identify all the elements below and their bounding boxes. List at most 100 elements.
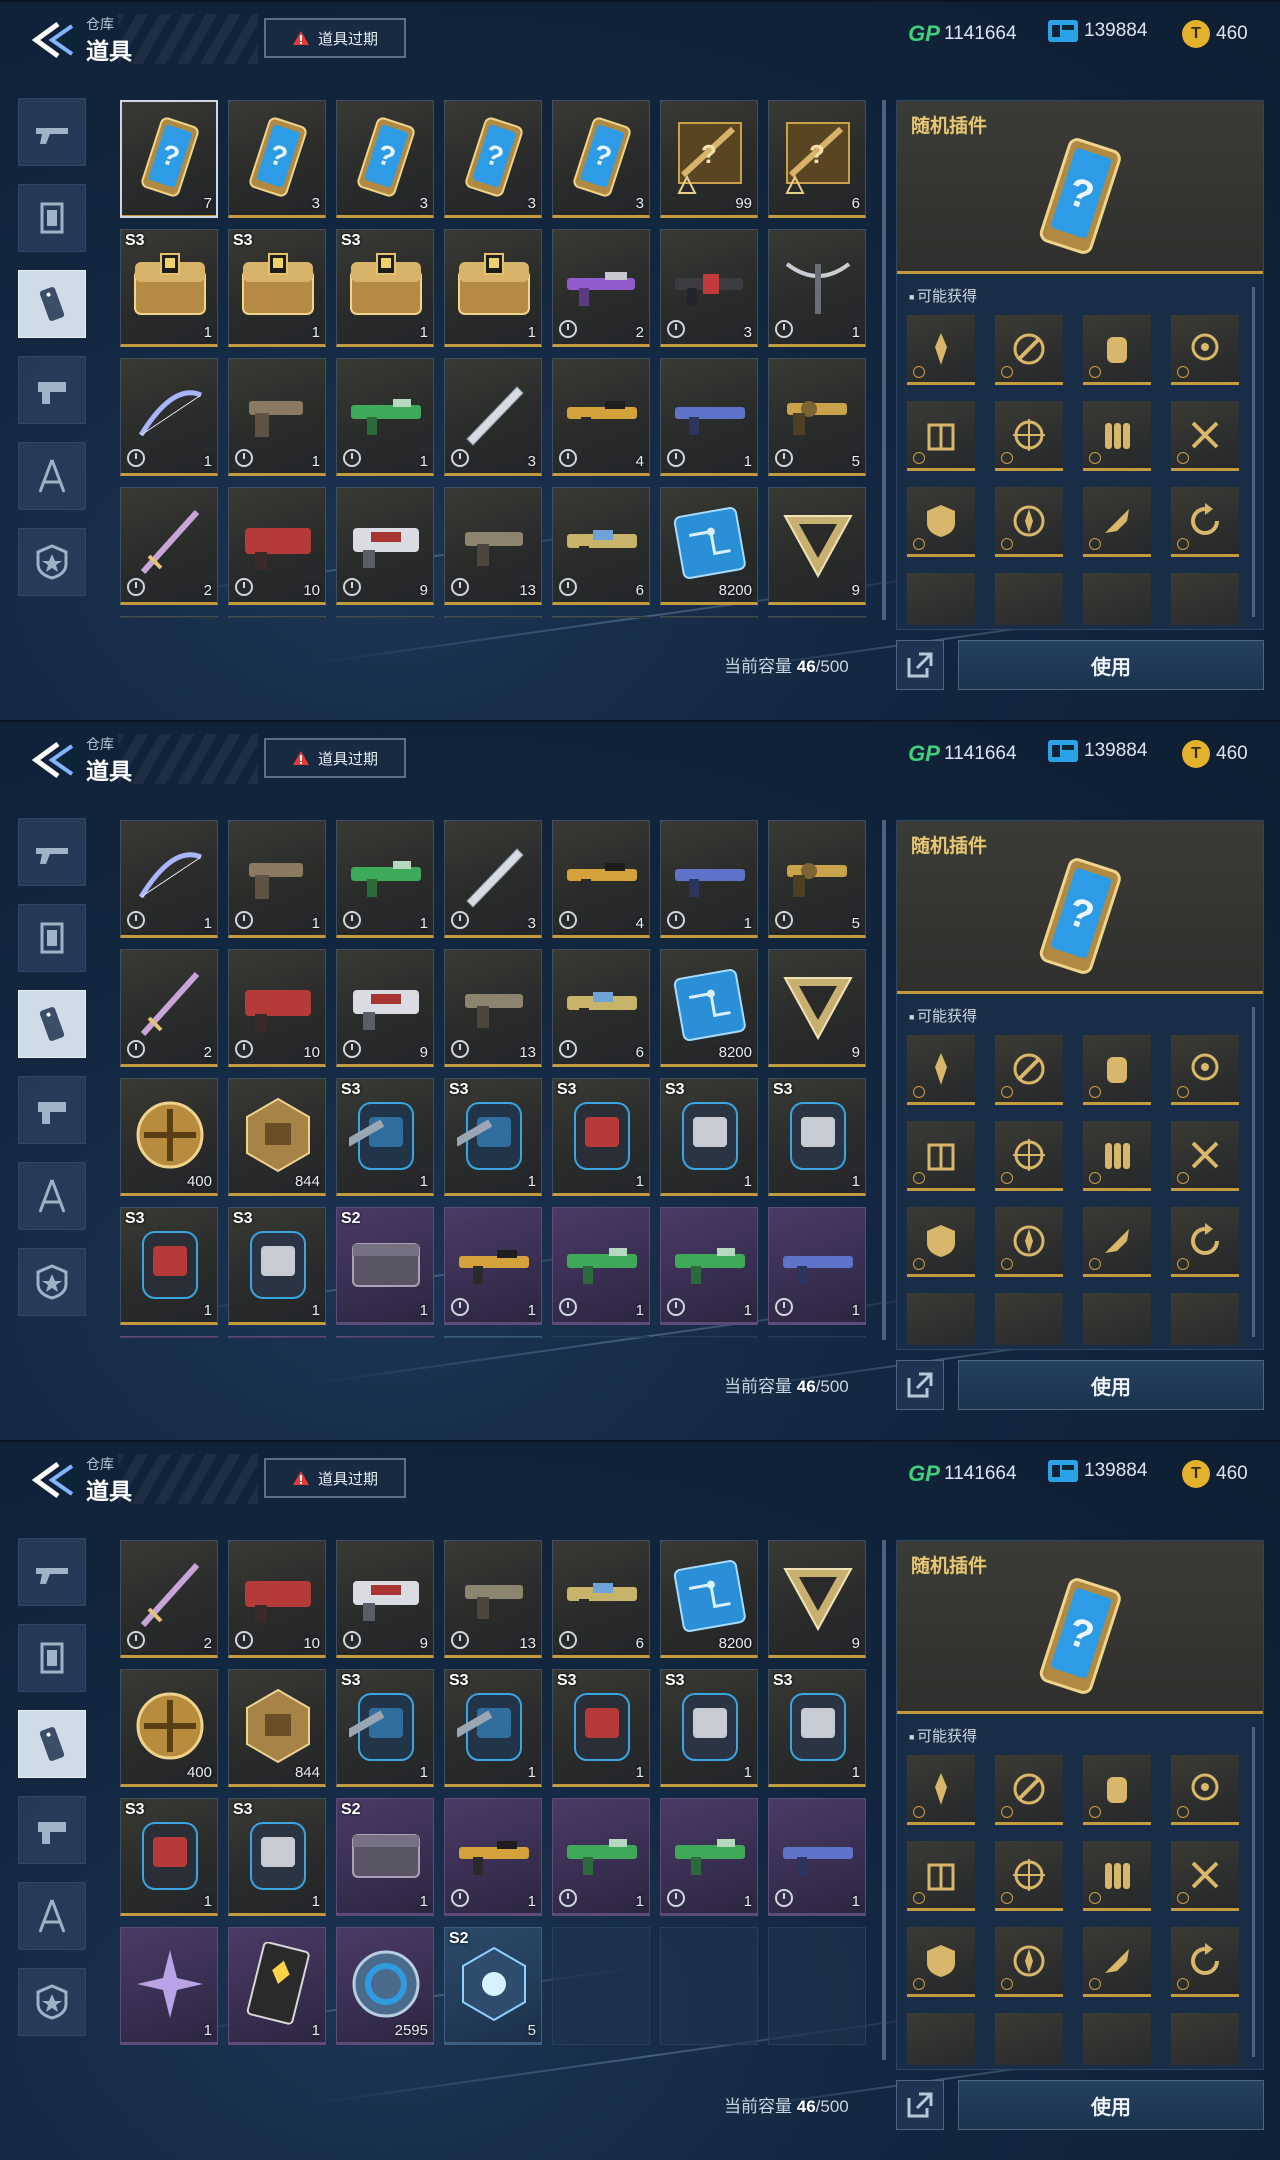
sidebar-tab-weapon-part[interactable]: [18, 1796, 86, 1864]
reward-item[interactable]: [1083, 1035, 1151, 1105]
inventory-item[interactable]: 10: [228, 1540, 326, 1658]
inventory-item[interactable]: 1: [120, 1927, 218, 2045]
reward-item[interactable]: [1171, 1293, 1239, 1345]
reward-item[interactable]: [1083, 1121, 1151, 1191]
inventory-item[interactable]: 2: [120, 949, 218, 1067]
inventory-item[interactable]: 1: [228, 358, 326, 476]
sidebar-tab-weapon-part[interactable]: [18, 356, 86, 424]
reward-item[interactable]: [907, 315, 975, 385]
inventory-scrollbar[interactable]: [882, 100, 886, 620]
reward-item[interactable]: [907, 1755, 975, 1825]
reward-item[interactable]: [1171, 1121, 1239, 1191]
reward-item[interactable]: [995, 1841, 1063, 1911]
reward-item[interactable]: [1171, 1841, 1239, 1911]
reward-item[interactable]: [1171, 573, 1239, 625]
inventory-item[interactable]: 9: [768, 949, 866, 1067]
inventory-item[interactable]: ? 3: [444, 100, 542, 218]
reward-item[interactable]: [1171, 1207, 1239, 1277]
inventory-item[interactable]: 1: [336, 358, 434, 476]
reward-item[interactable]: [995, 401, 1063, 471]
reward-item[interactable]: [1171, 401, 1239, 471]
inventory-item[interactable]: S31: [336, 229, 434, 347]
inventory-item[interactable]: 5: [768, 820, 866, 938]
inventory-item[interactable]: S31: [336, 616, 434, 618]
sidebar-tab-star-shield[interactable]: [18, 1248, 86, 1316]
inventory-item[interactable]: S31: [444, 1078, 542, 1196]
reward-item[interactable]: [1171, 1035, 1239, 1105]
sidebar-tab-compass[interactable]: [18, 1882, 86, 1950]
inventory-item[interactable]: S31: [768, 1669, 866, 1787]
reward-item[interactable]: [995, 1293, 1063, 1345]
detail-scrollbar[interactable]: [1252, 1007, 1255, 1337]
reward-item[interactable]: [907, 1035, 975, 1105]
back-button[interactable]: [18, 14, 90, 66]
inventory-item[interactable]: S31: [660, 616, 758, 618]
inventory-item[interactable]: 6: [552, 487, 650, 605]
inventory-item[interactable]: 13: [444, 487, 542, 605]
inventory-item[interactable]: 844: [228, 1078, 326, 1196]
reward-item[interactable]: [995, 315, 1063, 385]
inventory-item[interactable]: 9: [768, 487, 866, 605]
reward-item[interactable]: [995, 1121, 1063, 1191]
inventory-item[interactable]: 1: [444, 1207, 542, 1325]
inventory-item[interactable]: S31: [768, 616, 866, 618]
inventory-item[interactable]: 8200: [660, 949, 758, 1067]
inventory-item[interactable]: 6: [552, 949, 650, 1067]
inventory-item[interactable]: 9: [768, 1540, 866, 1658]
reward-item[interactable]: [995, 1755, 1063, 1825]
inventory-item[interactable]: 9: [336, 487, 434, 605]
inventory-item[interactable]: 1: [444, 229, 542, 347]
reward-item[interactable]: [1171, 315, 1239, 385]
reward-item[interactable]: [1171, 2013, 1239, 2065]
open-external-button[interactable]: [896, 1360, 944, 1410]
inventory-item[interactable]: 10: [228, 487, 326, 605]
inventory-item[interactable]: ? 6: [768, 100, 866, 218]
inventory-item[interactable]: 1: [660, 358, 758, 476]
inventory-item[interactable]: 2595: [336, 1336, 434, 1338]
inventory-item[interactable]: S31: [228, 229, 326, 347]
inventory-item[interactable]: 1: [444, 1798, 542, 1916]
inventory-item[interactable]: ? 3: [336, 100, 434, 218]
detail-scrollbar[interactable]: [1252, 287, 1255, 617]
inventory-item[interactable]: 3: [444, 358, 542, 476]
reward-item[interactable]: [907, 2013, 975, 2065]
use-button[interactable]: 使用: [958, 2080, 1264, 2130]
item-expiry-button[interactable]: 道具过期: [264, 18, 406, 58]
reward-item[interactable]: [907, 1841, 975, 1911]
inventory-item[interactable]: 1: [660, 1207, 758, 1325]
open-external-button[interactable]: [896, 640, 944, 690]
open-external-button[interactable]: [896, 2080, 944, 2130]
inventory-item[interactable]: 2: [120, 1540, 218, 1658]
reward-item[interactable]: [1083, 1207, 1151, 1277]
sidebar-tab-compass[interactable]: [18, 442, 86, 510]
sidebar-tab-weapon-part[interactable]: [18, 1076, 86, 1144]
inventory-item[interactable]: 1: [552, 1798, 650, 1916]
reward-item[interactable]: [907, 1207, 975, 1277]
reward-item[interactable]: [995, 1927, 1063, 1997]
inventory-item[interactable]: 3: [660, 229, 758, 347]
inventory-item[interactable]: 2: [552, 229, 650, 347]
sidebar-tab-star-shield[interactable]: [18, 528, 86, 596]
reward-item[interactable]: [907, 573, 975, 625]
back-button[interactable]: [18, 1454, 90, 1506]
inventory-item[interactable]: S2 1: [336, 1798, 434, 1916]
inventory-item[interactable]: 2: [120, 487, 218, 605]
reward-item[interactable]: [1171, 1755, 1239, 1825]
inventory-item[interactable]: 8200: [660, 487, 758, 605]
reward-item[interactable]: [907, 1927, 975, 1997]
reward-item[interactable]: [995, 2013, 1063, 2065]
inventory-item[interactable]: ? 99: [660, 100, 758, 218]
inventory-item[interactable]: S31: [120, 229, 218, 347]
reward-item[interactable]: [1083, 487, 1151, 557]
sidebar-tab-tag[interactable]: [18, 1710, 86, 1778]
inventory-item[interactable]: 1: [768, 1207, 866, 1325]
inventory-item[interactable]: 5: [768, 358, 866, 476]
item-expiry-button[interactable]: 道具过期: [264, 738, 406, 778]
inventory-item[interactable]: S31: [552, 616, 650, 618]
inventory-item[interactable]: 1: [120, 358, 218, 476]
inventory-item[interactable]: S31: [552, 1078, 650, 1196]
reward-item[interactable]: [907, 1121, 975, 1191]
reward-item[interactable]: [995, 1207, 1063, 1277]
inventory-item[interactable]: S31: [552, 1669, 650, 1787]
reward-item[interactable]: [1083, 1927, 1151, 1997]
